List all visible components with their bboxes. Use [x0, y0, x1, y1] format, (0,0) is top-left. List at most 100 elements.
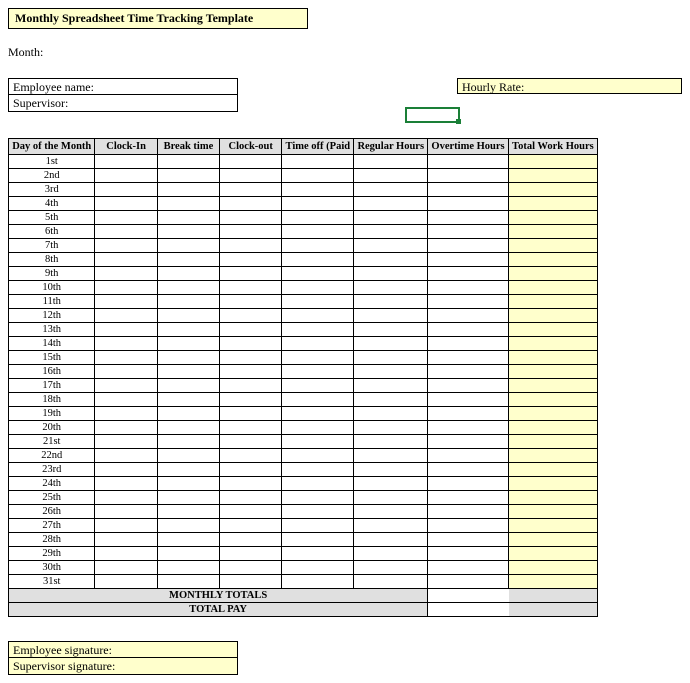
data-cell[interactable] — [508, 155, 597, 169]
data-cell[interactable] — [95, 351, 157, 365]
day-cell[interactable]: 12th — [9, 309, 95, 323]
data-cell[interactable] — [220, 435, 282, 449]
data-cell[interactable] — [220, 323, 282, 337]
data-cell[interactable] — [508, 225, 597, 239]
data-cell[interactable] — [428, 183, 509, 197]
data-cell[interactable] — [220, 309, 282, 323]
data-cell[interactable] — [282, 239, 354, 253]
data-cell[interactable] — [354, 309, 428, 323]
data-cell[interactable] — [354, 365, 428, 379]
day-cell[interactable]: 25th — [9, 491, 95, 505]
data-cell[interactable] — [428, 393, 509, 407]
day-cell[interactable]: 2nd — [9, 169, 95, 183]
data-cell[interactable] — [282, 253, 354, 267]
data-cell[interactable] — [508, 253, 597, 267]
day-cell[interactable]: 27th — [9, 519, 95, 533]
data-cell[interactable] — [95, 407, 157, 421]
data-cell[interactable] — [282, 351, 354, 365]
data-cell[interactable] — [157, 267, 219, 281]
data-cell[interactable] — [157, 239, 219, 253]
data-cell[interactable] — [95, 477, 157, 491]
day-cell[interactable]: 31st — [9, 575, 95, 589]
day-cell[interactable]: 14th — [9, 337, 95, 351]
data-cell[interactable] — [508, 197, 597, 211]
data-cell[interactable] — [282, 491, 354, 505]
data-cell[interactable] — [428, 225, 509, 239]
monthly-total-hours-cell[interactable] — [508, 589, 597, 603]
day-cell[interactable]: 9th — [9, 267, 95, 281]
day-cell[interactable]: 11th — [9, 295, 95, 309]
data-cell[interactable] — [428, 267, 509, 281]
day-cell[interactable]: 18th — [9, 393, 95, 407]
data-cell[interactable] — [354, 393, 428, 407]
data-cell[interactable] — [428, 309, 509, 323]
data-cell[interactable] — [95, 253, 157, 267]
data-cell[interactable] — [95, 393, 157, 407]
data-cell[interactable] — [428, 449, 509, 463]
data-cell[interactable] — [282, 183, 354, 197]
data-cell[interactable] — [157, 197, 219, 211]
data-cell[interactable] — [354, 183, 428, 197]
day-cell[interactable]: 1st — [9, 155, 95, 169]
data-cell[interactable] — [95, 225, 157, 239]
data-cell[interactable] — [157, 281, 219, 295]
data-cell[interactable] — [354, 505, 428, 519]
data-cell[interactable] — [282, 323, 354, 337]
data-cell[interactable] — [508, 239, 597, 253]
data-cell[interactable] — [508, 463, 597, 477]
data-cell[interactable] — [95, 519, 157, 533]
day-cell[interactable]: 30th — [9, 561, 95, 575]
data-cell[interactable] — [428, 519, 509, 533]
data-cell[interactable] — [95, 491, 157, 505]
data-cell[interactable] — [508, 533, 597, 547]
data-cell[interactable] — [220, 547, 282, 561]
employee-signature-label[interactable]: Employee signature: — [9, 642, 237, 658]
data-cell[interactable] — [220, 351, 282, 365]
data-cell[interactable] — [282, 169, 354, 183]
data-cell[interactable] — [354, 253, 428, 267]
data-cell[interactable] — [428, 253, 509, 267]
data-cell[interactable] — [157, 533, 219, 547]
day-cell[interactable]: 19th — [9, 407, 95, 421]
data-cell[interactable] — [428, 351, 509, 365]
data-cell[interactable] — [220, 295, 282, 309]
data-cell[interactable] — [508, 561, 597, 575]
data-cell[interactable] — [508, 211, 597, 225]
data-cell[interactable] — [282, 449, 354, 463]
data-cell[interactable] — [354, 281, 428, 295]
data-cell[interactable] — [282, 407, 354, 421]
data-cell[interactable] — [220, 155, 282, 169]
data-cell[interactable] — [428, 197, 509, 211]
day-cell[interactable]: 22nd — [9, 449, 95, 463]
data-cell[interactable] — [508, 449, 597, 463]
data-cell[interactable] — [220, 239, 282, 253]
data-cell[interactable] — [220, 169, 282, 183]
data-cell[interactable] — [354, 575, 428, 589]
data-cell[interactable] — [157, 351, 219, 365]
data-cell[interactable] — [508, 169, 597, 183]
data-cell[interactable] — [157, 211, 219, 225]
data-cell[interactable] — [220, 533, 282, 547]
data-cell[interactable] — [428, 547, 509, 561]
data-cell[interactable] — [354, 211, 428, 225]
data-cell[interactable] — [354, 197, 428, 211]
supervisor-signature-label[interactable]: Supervisor signature: — [9, 658, 237, 674]
day-cell[interactable]: 17th — [9, 379, 95, 393]
data-cell[interactable] — [428, 155, 509, 169]
data-cell[interactable] — [354, 267, 428, 281]
data-cell[interactable] — [508, 393, 597, 407]
data-cell[interactable] — [354, 491, 428, 505]
data-cell[interactable] — [95, 155, 157, 169]
data-cell[interactable] — [282, 225, 354, 239]
data-cell[interactable] — [428, 211, 509, 225]
data-cell[interactable] — [508, 379, 597, 393]
data-cell[interactable] — [157, 547, 219, 561]
data-cell[interactable] — [428, 463, 509, 477]
data-cell[interactable] — [282, 281, 354, 295]
data-cell[interactable] — [508, 407, 597, 421]
data-cell[interactable] — [95, 281, 157, 295]
data-cell[interactable] — [157, 169, 219, 183]
data-cell[interactable] — [95, 239, 157, 253]
data-cell[interactable] — [95, 421, 157, 435]
data-cell[interactable] — [428, 295, 509, 309]
